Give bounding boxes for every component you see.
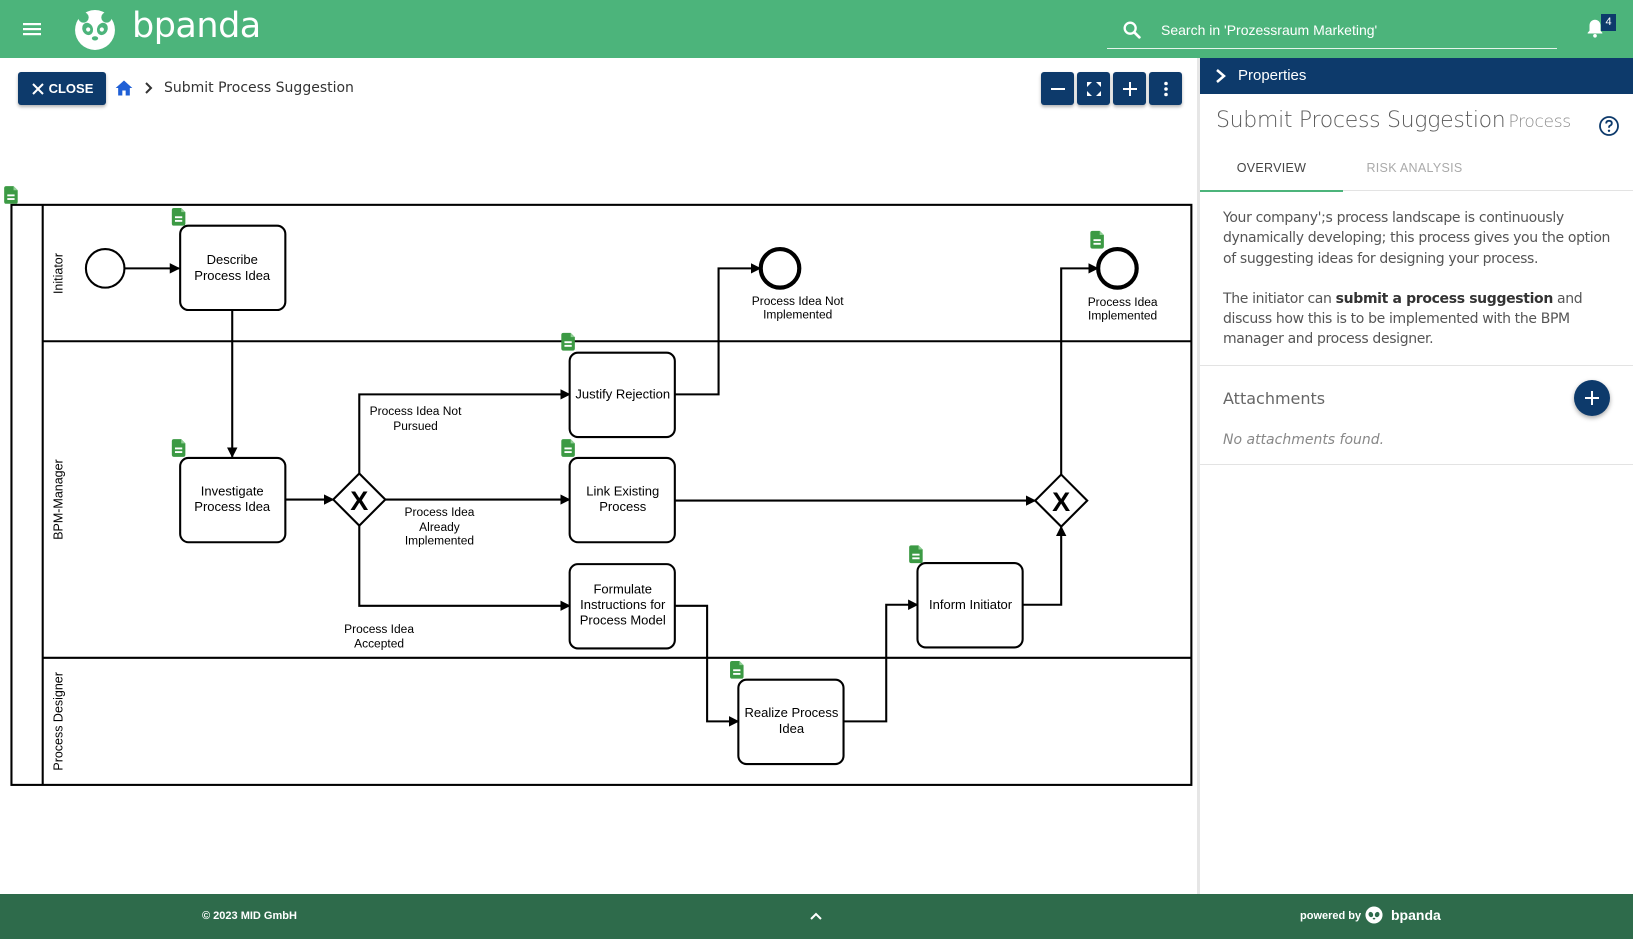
- flow-label: Process Idea Already Implemented: [405, 505, 475, 547]
- lane-label-process-designer: Process Designer: [51, 672, 65, 771]
- task-investigate-process-idea[interactable]: Investigate Process Idea: [179, 456, 287, 544]
- attachments-empty-message: No attachments found.: [1223, 432, 1385, 448]
- description-paragraph: The initiator can submit a process sugge…: [1223, 290, 1583, 348]
- sequence-flow[interactable]: [843, 599, 919, 723]
- tab-risk-analysis[interactable]: RISK ANALYSIS: [1343, 154, 1486, 190]
- tab-overview[interactable]: OVERVIEW: [1200, 154, 1343, 192]
- task-describe-process-idea[interactable]: Describe Process Idea: [179, 224, 287, 312]
- notification-count-badge: 4: [1601, 14, 1616, 31]
- task-formulate-instructions[interactable]: Formulate Instructions for Process Model: [568, 563, 676, 650]
- task-link-existing-process[interactable]: Link Existing Process: [568, 456, 676, 544]
- attachments-title: Attachments: [1223, 389, 1326, 408]
- diagram-canvas[interactable]: CLOSE Submit Process Suggestion Initiato…: [0, 58, 1197, 894]
- task-document-icon[interactable]: [171, 207, 186, 226]
- description-paragraph: Your company';s process landscape is con…: [1223, 210, 1611, 267]
- menu-icon[interactable]: [20, 17, 44, 41]
- task-document-icon[interactable]: [561, 332, 575, 351]
- divider: [1200, 365, 1633, 366]
- flow-label: Process Idea Accepted: [344, 622, 414, 651]
- footer-brand: bpanda: [1391, 907, 1441, 923]
- sequence-flow[interactable]: [674, 604, 740, 727]
- sequence-flow[interactable]: [1022, 525, 1067, 606]
- task-justify-rejection[interactable]: Justify Rejection: [568, 351, 676, 439]
- help-icon[interactable]: [1598, 115, 1620, 137]
- panda-logo-icon[interactable]: [74, 9, 116, 51]
- search-input[interactable]: [1159, 16, 1543, 44]
- gateway-x-icon: X: [1052, 486, 1070, 517]
- chevron-up-icon[interactable]: [808, 909, 824, 923]
- search-box: [1107, 10, 1557, 49]
- chevron-right-icon: [1216, 69, 1226, 83]
- start-event[interactable]: [84, 248, 126, 289]
- add-attachment-button[interactable]: [1574, 380, 1610, 416]
- search-icon[interactable]: [1121, 19, 1143, 41]
- top-bar: bpanda 4: [0, 0, 1633, 58]
- end-event-implemented[interactable]: [1096, 247, 1139, 290]
- gateway-x-icon: X: [350, 485, 368, 516]
- task-document-icon[interactable]: [171, 439, 186, 457]
- lane-label-initiator: Initiator: [51, 253, 65, 294]
- bpmn-diagram: Initiator BPM-Manager Process Designer P…: [4, 186, 1193, 786]
- plus-icon: [1585, 391, 1599, 405]
- copyright: © 2023 MID GmbH: [202, 910, 297, 922]
- sequence-flow[interactable]: [674, 263, 762, 396]
- divider: [1200, 464, 1633, 465]
- task-document-icon[interactable]: [730, 660, 744, 679]
- process-description: Your company';s process landscape is con…: [1223, 208, 1618, 370]
- footer: © 2023 MID GmbH powered by bpanda: [0, 894, 1633, 939]
- svg-text:Inform Initiator: Inform Initiator: [929, 597, 1013, 612]
- brand-name: bpanda: [132, 6, 261, 46]
- task-inform-initiator[interactable]: Inform Initiator: [916, 562, 1024, 649]
- panel-tabs: OVERVIEW RISK ANALYSIS: [1200, 154, 1633, 192]
- panda-logo-icon: [1365, 906, 1383, 924]
- end-event-not-implemented[interactable]: [758, 247, 802, 290]
- properties-toggle[interactable]: Properties: [1200, 58, 1633, 94]
- svg-text:Justify Rejection: Justify Rejection: [575, 387, 670, 402]
- powered-by-label: powered by: [1300, 910, 1362, 922]
- exclusive-gateway[interactable]: X: [331, 472, 387, 528]
- end-event-label: Process Idea Not Implemented: [752, 294, 844, 322]
- pool-document-icon[interactable]: [4, 186, 18, 204]
- svg-text:InvestigateProcess Idea: Investigate Process Idea: [194, 483, 271, 514]
- end-event-label: Process Idea Implemented: [1088, 295, 1158, 323]
- process-title: Submit Process Suggestion Process: [1216, 108, 1571, 133]
- properties-panel: Properties Submit Process Suggestion Proc…: [1197, 58, 1633, 894]
- exclusive-gateway[interactable]: X: [1033, 473, 1089, 529]
- lane-label-bpm-manager: BPM-Manager: [51, 459, 65, 539]
- process-type-label: Process: [1508, 112, 1571, 132]
- flow-label: Process Idea Not Pursued: [370, 404, 462, 433]
- end-event-document-icon[interactable]: [1090, 230, 1104, 249]
- properties-header-label: Properties: [1238, 67, 1307, 84]
- task-realize-process-idea[interactable]: Realize Process Idea: [737, 678, 845, 766]
- task-document-icon[interactable]: [561, 439, 575, 457]
- task-document-icon[interactable]: [909, 545, 923, 564]
